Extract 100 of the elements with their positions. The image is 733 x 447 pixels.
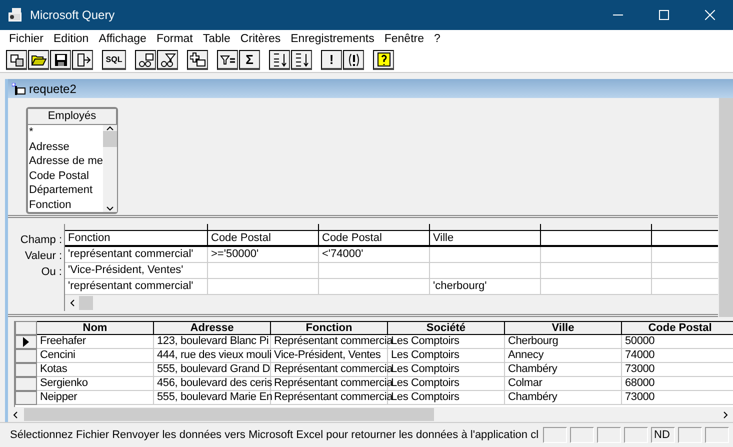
current-row-icon xyxy=(23,337,29,347)
criteria-field[interactable]: Code Postal xyxy=(208,231,319,245)
toolbar-button[interactable] xyxy=(6,50,27,70)
table-cell: 68000 xyxy=(622,377,733,391)
status-panel xyxy=(705,427,729,443)
table-title: Employés xyxy=(28,109,116,125)
toolbar-button[interactable] xyxy=(28,50,49,70)
criteria-field[interactable]: Ville xyxy=(430,231,541,245)
criteria-cell[interactable]: 'représentant commercial' xyxy=(65,279,208,294)
toolbar-button[interactable] xyxy=(157,50,178,70)
table-cell: Cherbourg xyxy=(505,335,622,349)
save-icon xyxy=(52,52,68,68)
field-item[interactable]: Adresse xyxy=(28,140,103,154)
menu-item[interactable]: ? xyxy=(429,33,446,45)
scrollbar[interactable] xyxy=(65,295,718,311)
toolbar-button[interactable] xyxy=(135,50,156,70)
criteria-cell[interactable]: <'74000' xyxy=(319,247,430,262)
table-cell: Kotas xyxy=(37,363,154,377)
criteria-cell[interactable]: 'cherbourg' xyxy=(430,279,541,294)
row-label: Ou : xyxy=(41,265,62,280)
criteria-field[interactable]: Code Postal xyxy=(319,231,430,245)
field-item[interactable]: * xyxy=(28,125,103,140)
row-selector[interactable] xyxy=(15,335,37,349)
toolbar-button[interactable] xyxy=(72,50,93,70)
table-cell: 444, rue des vieux mouli xyxy=(154,349,271,363)
scroll-thumb[interactable] xyxy=(102,131,117,147)
column-header[interactable]: Fonction xyxy=(271,321,388,335)
column-header[interactable]: Société xyxy=(388,321,505,335)
scroll-down-icon xyxy=(106,206,114,212)
column-header[interactable]: Nom xyxy=(37,321,154,335)
scroll-thumb[interactable] xyxy=(79,296,93,310)
table-cell: Sergienko xyxy=(37,377,154,391)
field-item[interactable]: Code Postal xyxy=(28,168,103,183)
scrollbar[interactable] xyxy=(718,98,733,317)
toolbar-button[interactable] xyxy=(217,50,238,70)
menu-item[interactable]: Fichier xyxy=(4,33,49,45)
app-icon xyxy=(8,7,24,23)
query-title: requete2 xyxy=(29,82,76,96)
table-cell: Chambéry xyxy=(505,391,622,405)
toolbar-button[interactable]: ! xyxy=(321,50,342,70)
scroll-right-icon xyxy=(723,410,729,418)
table-cell: Annecy xyxy=(505,349,622,363)
scrollbar[interactable] xyxy=(102,125,117,212)
criteria-cell[interactable]: >='50000' xyxy=(208,247,319,262)
table-cell: 74000 xyxy=(622,349,733,363)
scroll-thumb[interactable] xyxy=(24,408,434,421)
field-item[interactable]: Adresse de me xyxy=(28,154,103,168)
toolbar-button[interactable] xyxy=(50,50,71,70)
close-icon xyxy=(705,10,715,20)
table-cell: Chambéry xyxy=(505,363,622,377)
status-panel xyxy=(624,427,648,443)
toolbar-button[interactable] xyxy=(269,50,290,70)
toolbar-button[interactable]: Σ xyxy=(239,50,260,70)
table-cell: Cencini xyxy=(37,349,154,363)
row-label: Valeur : xyxy=(24,249,62,264)
table-cell: 73000 xyxy=(622,391,733,405)
column-header[interactable]: Ville xyxy=(505,321,622,335)
query-icon xyxy=(12,82,26,94)
maximize-icon xyxy=(659,10,669,20)
status-panel xyxy=(543,427,567,443)
table-cell: Colmar xyxy=(505,377,622,391)
criteria-cell[interactable]: 'représentant commercial' xyxy=(65,247,208,262)
menu-item[interactable]: Affichage xyxy=(94,33,152,45)
status-panel xyxy=(597,427,621,443)
field-item[interactable]: Département xyxy=(28,183,103,198)
toolbar-button[interactable]: SQL xyxy=(102,50,126,70)
table-cell: Vice-Président, Ventes xyxy=(271,349,388,363)
status-panel xyxy=(678,427,702,443)
column-header[interactable]: Code Postal xyxy=(622,321,733,335)
status-panel xyxy=(570,427,594,443)
toolbar-button[interactable] xyxy=(187,50,208,70)
scroll-left-icon xyxy=(12,410,18,418)
column-header[interactable]: Adresse xyxy=(154,321,271,335)
scroll-left-icon xyxy=(69,299,75,307)
menu-item[interactable]: Table xyxy=(198,33,236,45)
row-label: Champ : xyxy=(20,233,62,248)
criteria-field[interactable]: Fonction xyxy=(65,231,208,245)
table-cell: Neipper xyxy=(37,391,154,405)
table-cell: 123, boulevard Blanc Pi xyxy=(154,335,271,349)
criteria-cell[interactable]: 'Vice-Président, Ventes' xyxy=(65,263,208,278)
table-cell: Les Comptoirs xyxy=(388,349,505,363)
table-cell: Freehafer xyxy=(37,335,154,349)
toolbar-button[interactable] xyxy=(373,50,394,70)
toolbar-button[interactable] xyxy=(291,50,312,70)
menu-item[interactable]: Enregistrements xyxy=(286,33,380,45)
field-item[interactable]: Fonction xyxy=(28,198,103,212)
menu-item[interactable]: Fenêtre xyxy=(379,33,429,45)
menu-item[interactable]: Critères xyxy=(235,33,286,45)
toolbar-button[interactable] xyxy=(343,50,364,70)
scroll-up-icon xyxy=(106,125,114,131)
table-cell: 456, boulevard des ceris xyxy=(154,377,271,391)
table-cell: 555, boulevard Marie En xyxy=(154,391,271,405)
table-cell: 73000 xyxy=(622,363,733,377)
help-icon xyxy=(376,52,392,68)
status-message: Sélectionnez Fichier Renvoyer les données vers Microsoft Excel pour retourner les données à l'application cl xyxy=(10,429,540,441)
menu-item[interactable]: Edition xyxy=(48,33,94,45)
table-cell: 555, boulevard Grand D xyxy=(154,363,271,377)
table-cell: 50000 xyxy=(622,335,733,349)
menu-item[interactable]: Format xyxy=(151,33,198,45)
status-indicator: ND xyxy=(651,427,675,443)
